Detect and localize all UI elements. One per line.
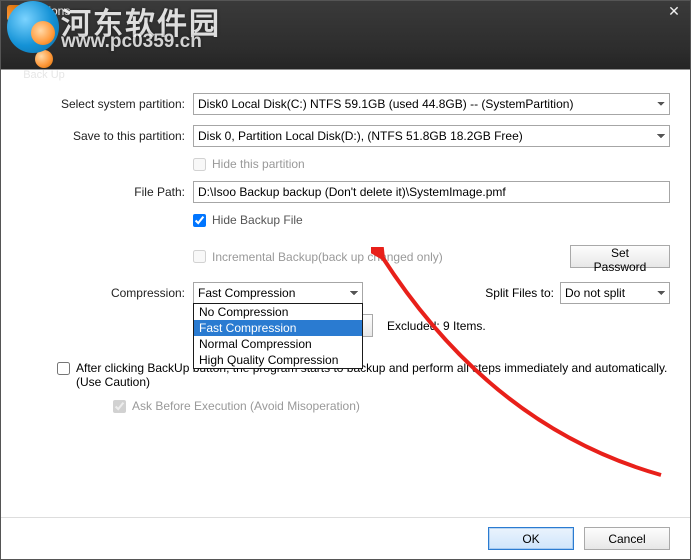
tab-backup[interactable]: Back Up [15,49,73,83]
auto-backup-checkbox[interactable] [57,362,70,375]
label-split-files: Split Files to: [485,286,554,300]
system-partition-select[interactable]: Disk0 Local Disk(C:) NTFS 59.1GB (used 4… [193,93,670,115]
cancel-button[interactable]: Cancel [584,527,670,550]
row-incremental: Incremental Backup(back up changed only)… [21,245,670,268]
hide-partition-checkbox: Hide this partition [193,157,305,171]
window-title: Options [29,4,70,18]
excluded-count-text: Excluded: 9 Items. [387,319,486,333]
auto-backup-label: After clicking BackUp button, the progra… [76,361,670,389]
ok-button[interactable]: OK [488,527,574,550]
incremental-label: Incremental Backup(back up changed only) [212,250,443,264]
file-path-input[interactable] [193,181,670,203]
ask-before-checkbox [113,400,126,413]
row-hide-partition: Hide this partition [21,157,670,171]
compression-option-0[interactable]: No Compression [194,304,362,320]
compression-dropdown-list[interactable]: No Compression Fast Compression Normal C… [193,303,363,369]
hide-backup-label: Hide Backup File [212,213,303,227]
tab-label: Back Up [23,69,65,81]
hide-partition-label: Hide this partition [212,157,305,171]
row-system-partition: Select system partition: Disk0 Local Dis… [21,93,670,115]
row-file-path: File Path: [21,181,670,203]
label-save-partition: Save to this partition: [21,129,193,143]
app-icon [7,5,23,21]
label-file-path: File Path: [21,185,193,199]
row-auto-backup: After clicking BackUp button, the progra… [57,361,670,389]
label-compression: Compression: [21,286,193,300]
row-hide-backup: Hide Backup File [21,213,670,227]
compression-option-2[interactable]: Normal Compression [194,336,362,352]
compression-combo[interactable]: Fast Compression No Compression Fast Com… [193,282,363,304]
incremental-input [193,250,206,263]
row-ask-before: Ask Before Execution (Avoid Misoperation… [113,399,670,413]
row-save-partition: Save to this partition: Disk 0, Partitio… [21,125,670,147]
close-icon[interactable]: ✕ [662,3,686,21]
compression-select[interactable]: Fast Compression [193,282,363,304]
split-files-area: Split Files to: Do not split [485,282,670,304]
footer: OK Cancel [1,517,690,559]
hide-backup-input[interactable] [193,214,206,227]
split-files-select[interactable]: Do not split [560,282,670,304]
row-compression: Compression: Fast Compression No Compres… [21,282,670,304]
hide-backup-checkbox[interactable]: Hide Backup File [193,213,303,227]
content-area: Select system partition: Disk0 Local Dis… [1,83,690,559]
save-partition-select[interactable]: Disk 0, Partition Local Disk(D:), (NTFS … [193,125,670,147]
backup-icon [35,50,53,68]
compression-option-3[interactable]: High Quality Compression [194,352,362,368]
titlebar: Options ✕ [1,1,690,49]
compression-option-1[interactable]: Fast Compression [194,320,362,336]
tab-strip: Back Up [1,49,690,83]
hide-partition-input [193,158,206,171]
ask-before-label: Ask Before Execution (Avoid Misoperation… [132,399,360,413]
incremental-checkbox: Incremental Backup(back up changed only) [193,250,443,264]
label-system-partition: Select system partition: [21,97,193,111]
set-password-button[interactable]: Set Password [570,245,670,268]
